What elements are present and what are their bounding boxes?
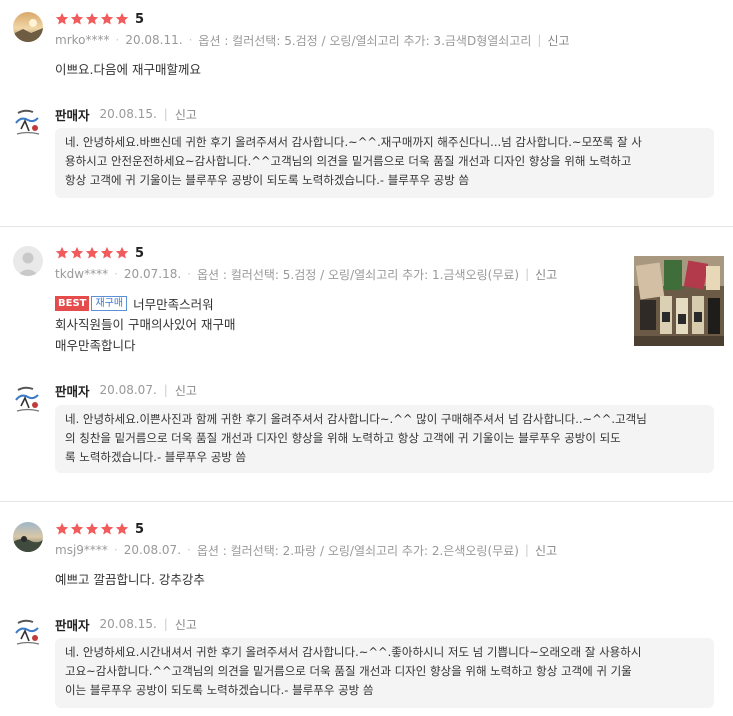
- seller-name: 판매자: [55, 107, 90, 123]
- seller-reply-header: 판매자 20.08.15. | 신고: [55, 616, 197, 633]
- review-meta: tkdw**** · 20.07.18. · 옵션 : 컬러선택: 5.검정 /…: [55, 266, 558, 283]
- report-link[interactable]: 신고: [535, 542, 557, 559]
- reviewer-id: tkdw****: [55, 267, 109, 281]
- rating-score: 5: [135, 11, 145, 27]
- rating-stars: 5: [55, 520, 144, 538]
- seller-logo-icon: [13, 384, 43, 414]
- star-icon: [55, 246, 69, 260]
- review-date: 20.08.07.: [123, 543, 182, 557]
- review-option: 옵션 : 컬러선택: 2.파랑 / 오링/열쇠고리 추가: 2.은색오링(무료): [196, 543, 519, 558]
- report-link[interactable]: 신고: [175, 616, 197, 633]
- reviewer-id: mrko****: [55, 33, 110, 47]
- review-text: 예쁘고 깔끔합니다. 강추강추: [55, 572, 205, 587]
- reviewer-id: msj9****: [55, 543, 108, 557]
- seller-reply-header: 판매자 20.08.15. | 신고: [55, 106, 197, 123]
- star-icon: [85, 246, 99, 260]
- user-avatar: [13, 246, 43, 276]
- star-icon: [55, 522, 69, 536]
- rating-score: 5: [135, 245, 145, 261]
- review-text: 이쁘요.다음에 재구매할께요: [55, 62, 201, 77]
- review-meta: msj9**** · 20.08.07. · 옵션 : 컬러선택: 2.파랑 /…: [55, 542, 558, 559]
- seller-reply: 네. 안녕하세요.이쁜사진과 함께 귀한 후기 올려주셔서 감사합니다~.^^ …: [55, 405, 714, 473]
- review-text-line: 너무만족스러워: [133, 296, 214, 312]
- report-link[interactable]: 신고: [175, 382, 197, 399]
- review-text: 회사직원들이 구매의사있어 재구매 매우만족합니다: [55, 317, 236, 353]
- star-icon: [115, 522, 129, 536]
- seller-reply-date: 20.08.15.: [99, 107, 157, 121]
- review-photo-thumbnail[interactable]: [634, 256, 724, 346]
- rebuy-badge: 재구매: [91, 295, 128, 311]
- star-icon: [85, 12, 99, 26]
- report-link[interactable]: 신고: [175, 106, 197, 123]
- user-avatar: [13, 12, 43, 42]
- star-icon: [70, 522, 84, 536]
- star-icon: [85, 522, 99, 536]
- seller-logo-icon: [13, 107, 43, 137]
- star-icon: [100, 12, 114, 26]
- star-icon: [70, 12, 84, 26]
- rating-stars: 5: [55, 10, 144, 28]
- rating-score: 5: [135, 521, 145, 537]
- report-link[interactable]: 신고: [547, 32, 569, 49]
- review-option: 옵션 : 컬러선택: 5.검정 / 오링/열쇠고리 추가: 1.금색오링(무료): [197, 267, 520, 282]
- seller-reply: 네. 안녕하세요.시간내셔서 귀한 후기 올려주셔서 감사합니다.~^^.좋아하…: [55, 638, 714, 708]
- seller-reply-date: 20.08.07.: [99, 383, 157, 397]
- star-icon: [115, 246, 129, 260]
- star-icon: [55, 12, 69, 26]
- review-badges: BEST 재구매 너무만족스러워: [55, 295, 214, 312]
- seller-name: 판매자: [55, 383, 90, 399]
- seller-reply-header: 판매자 20.08.07. | 신고: [55, 382, 197, 399]
- star-icon: [100, 522, 114, 536]
- star-icon: [70, 246, 84, 260]
- review-date: 20.08.11.: [125, 33, 183, 47]
- review-meta: mrko**** · 20.08.11. · 옵션 : 컬러선택: 5.검정 /…: [55, 32, 570, 49]
- review-option: 옵션 : 컬러선택: 5.검정 / 오링/열쇠고리 추가: 3.금색D형열쇠고리: [198, 33, 532, 48]
- review-divider: [0, 501, 733, 502]
- seller-reply-date: 20.08.15.: [99, 617, 157, 631]
- rating-stars: 5: [55, 244, 144, 262]
- star-icon: [115, 12, 129, 26]
- review-divider: [0, 226, 733, 227]
- review-date: 20.07.18.: [123, 267, 182, 281]
- user-avatar: [13, 522, 43, 552]
- best-badge: BEST: [55, 295, 90, 311]
- star-icon: [100, 246, 114, 260]
- seller-logo-icon: [13, 617, 43, 647]
- report-link[interactable]: 신고: [535, 266, 557, 283]
- seller-reply: 네. 안녕하세요.바쁘신데 귀한 후기 올려주셔서 감사합니다.~^^.재구매까…: [55, 128, 714, 198]
- seller-name: 판매자: [55, 617, 90, 633]
